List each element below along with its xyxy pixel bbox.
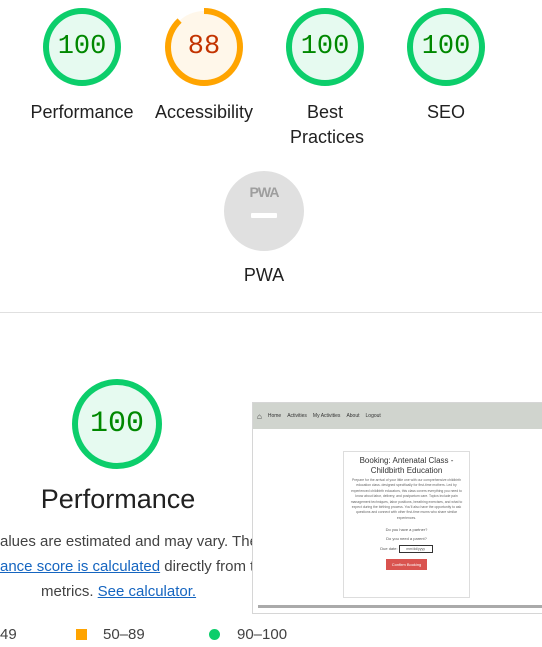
performance-score: 100 (89, 407, 144, 441)
legend-average: 50–89 (76, 626, 145, 643)
circle-icon (209, 629, 220, 640)
screenshot-scrollbar (258, 605, 542, 608)
booking-title: Booking: Antenatal Class - Childbirth Ed… (359, 456, 454, 475)
legend-fail-label: 49 (0, 626, 17, 643)
score-value: 100 (300, 32, 350, 62)
page-screenshot[interactable]: ⌂ Home Activities My Activities About Lo… (252, 402, 542, 614)
performance-title: Performance (40, 484, 196, 514)
nav-item: About (346, 413, 360, 419)
section-divider (0, 312, 542, 313)
category-label-best-practices[interactable]: Best Practices (260, 100, 390, 150)
category-label-pwa[interactable]: PWA (199, 263, 329, 288)
score-value: 88 (187, 32, 221, 62)
category-label-accessibility[interactable]: Accessibility (139, 100, 269, 125)
question-partner: Do you have a partner? (385, 527, 428, 533)
score-value: 100 (57, 32, 107, 62)
score-calculated-link[interactable]: ance score is calculated (0, 558, 160, 575)
question-parent: Do you need a parent? (386, 536, 427, 542)
score-value: 100 (421, 32, 471, 62)
legend-pass: 90–100 (209, 626, 287, 643)
pwa-icon (224, 171, 304, 251)
pwa-badge-text: PWA (249, 184, 280, 200)
performance-desc-line1: alues are estimated and may vary. The (0, 533, 258, 550)
desc-text: metrics. (41, 583, 98, 600)
category-label-performance[interactable]: Performance (17, 100, 147, 125)
desc-text: directly from th (160, 558, 263, 575)
due-date-label: Due date: (380, 546, 398, 552)
nav-item: Activities (287, 413, 307, 419)
booking-card: Booking: Antenatal Class - Childbirth Ed… (343, 451, 470, 598)
due-date-row: Due date: mm/dd/yyyy (344, 545, 469, 554)
due-date-input: mm/dd/yyyy (398, 545, 433, 554)
performance-desc-line3: metrics. See calculator. (41, 583, 196, 600)
confirm-booking-button: Confirm Booking (385, 559, 428, 571)
category-label-seo[interactable]: SEO (381, 100, 511, 125)
performance-gauge: 100 (70, 377, 164, 471)
home-icon: ⌂ (257, 411, 262, 421)
gauge-seo[interactable]: 100 (405, 6, 487, 88)
gauge-best-practices[interactable]: 100 (284, 6, 366, 88)
nav-item: Home (267, 413, 282, 419)
legend-pass-label: 90–100 (237, 626, 288, 643)
screenshot-navbar: ⌂ Home Activities My Activities About Lo… (253, 403, 542, 429)
square-icon (76, 629, 87, 640)
booking-description: Prepare for the arrival of your little o… (350, 478, 463, 520)
pwa-badge[interactable]: PWA (223, 170, 305, 252)
gauge-accessibility[interactable]: 88 (163, 6, 245, 88)
nav-item: My Activities (312, 413, 341, 419)
gauge-performance[interactable]: 100 (41, 6, 123, 88)
nav-item: Logout (365, 413, 381, 419)
performance-desc-line2: ance score is calculated directly from t… (0, 558, 263, 575)
see-calculator-link[interactable]: See calculator. (98, 583, 196, 600)
legend-average-label: 50–89 (103, 626, 145, 643)
legend-fail: 49 (0, 626, 17, 643)
